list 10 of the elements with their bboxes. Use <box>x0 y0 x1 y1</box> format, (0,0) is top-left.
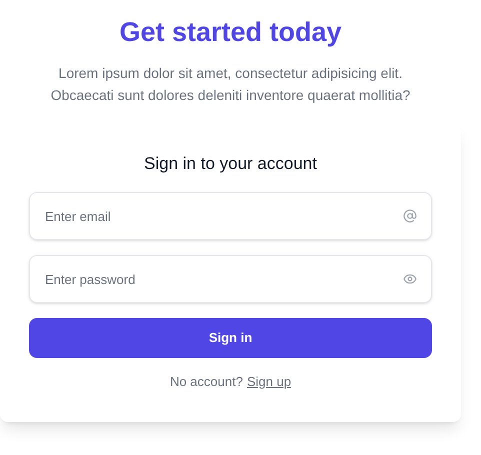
page-heading: Get started today <box>118 16 343 49</box>
input-field[interactable]: Enter email <box>29 192 432 240</box>
sign-in-button[interactable]: Sign in <box>29 318 432 358</box>
no-account-text: No account? <box>170 373 243 391</box>
intro-text: Lorem ipsum dolor sit amet, consectetur adipisicing elit. Obcaecati sunt dolores deleniti inventore quaerat mollitia? <box>50 64 412 105</box>
eye-icon <box>403 272 417 286</box>
input-field[interactable]: Enter password <box>29 255 432 303</box>
at-sign-icon <box>403 209 417 223</box>
sign-up-link[interactable]: Sign up <box>246 372 292 392</box>
form-title: Sign in to your account <box>143 154 318 174</box>
